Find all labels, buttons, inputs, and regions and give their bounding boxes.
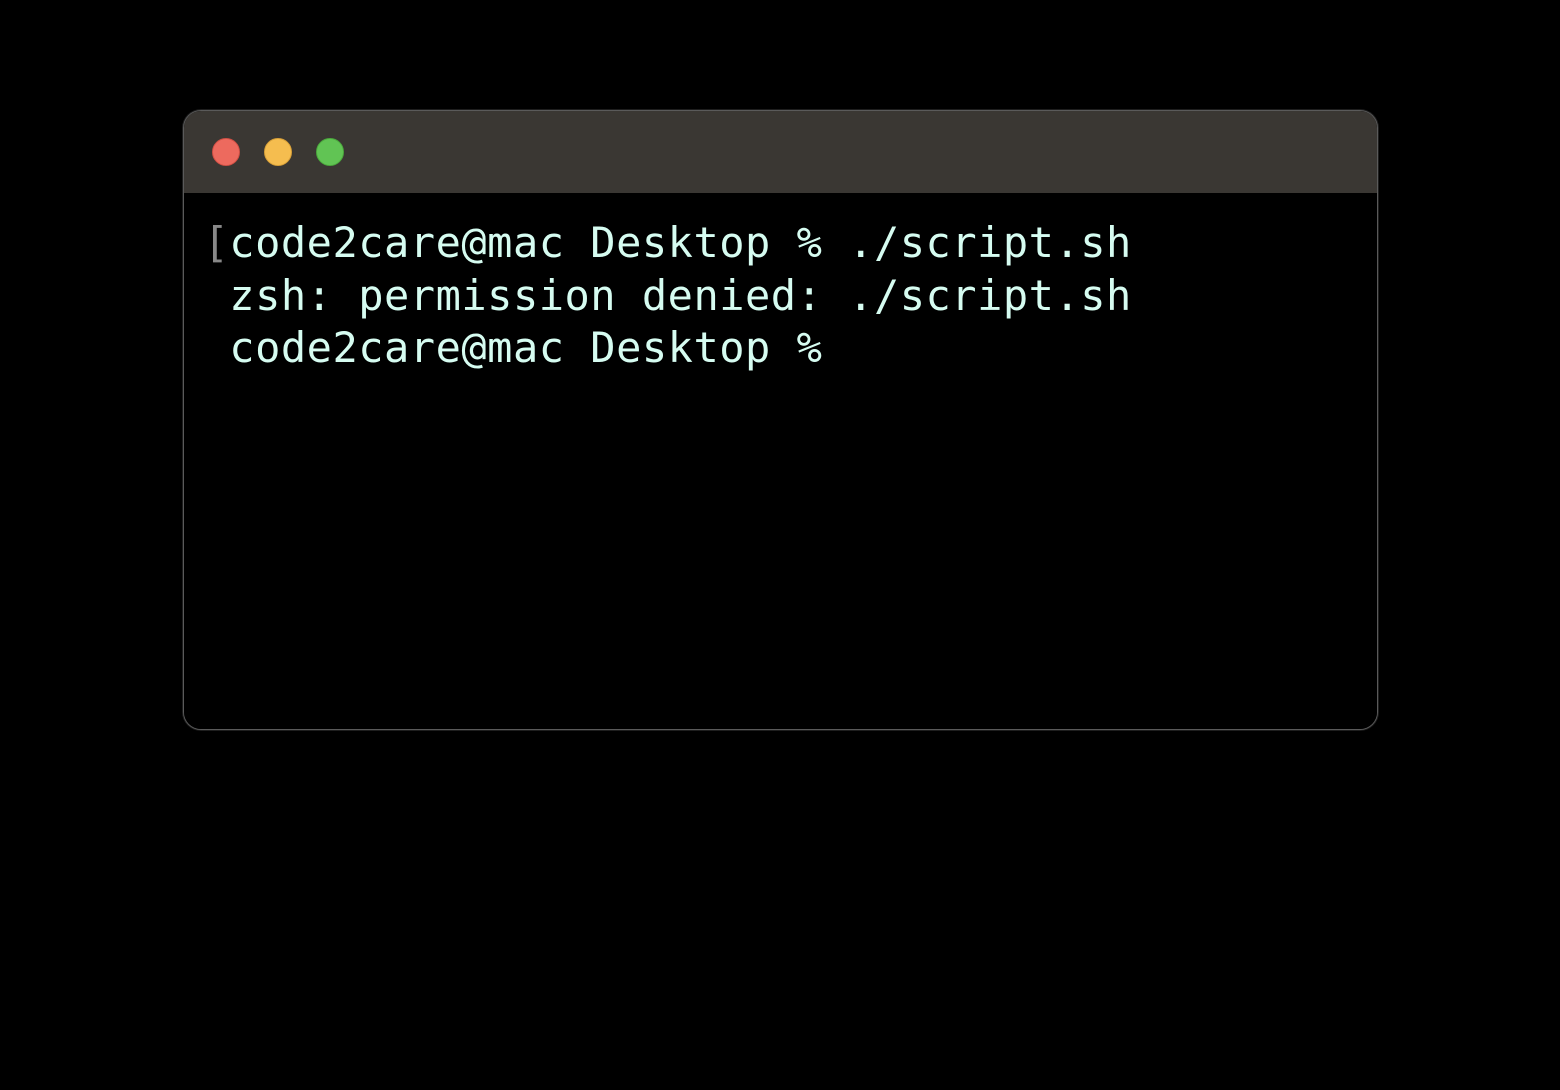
indent	[204, 322, 230, 375]
minimize-icon[interactable]	[264, 138, 292, 166]
shell-prompt: code2care@mac Desktop %	[229, 322, 848, 375]
close-icon[interactable]	[212, 138, 240, 166]
output-text: zsh: permission denied: ./script.sh	[229, 270, 1132, 323]
command-text: ./script.sh	[848, 217, 1132, 270]
prompt-bracket: [	[204, 217, 230, 270]
terminal-line: [code2care@mac Desktop % ./script.sh	[204, 217, 1357, 270]
terminal-body[interactable]: [code2care@mac Desktop % ./script.sh zsh…	[184, 193, 1377, 729]
shell-prompt: code2care@mac Desktop %	[229, 217, 848, 270]
terminal-line: zsh: permission denied: ./script.sh	[204, 270, 1357, 323]
titlebar[interactable]	[184, 111, 1377, 193]
terminal-window: [code2care@mac Desktop % ./script.sh zsh…	[183, 110, 1378, 730]
terminal-line: code2care@mac Desktop %	[204, 322, 1357, 375]
indent	[204, 270, 230, 323]
maximize-icon[interactable]	[316, 138, 344, 166]
